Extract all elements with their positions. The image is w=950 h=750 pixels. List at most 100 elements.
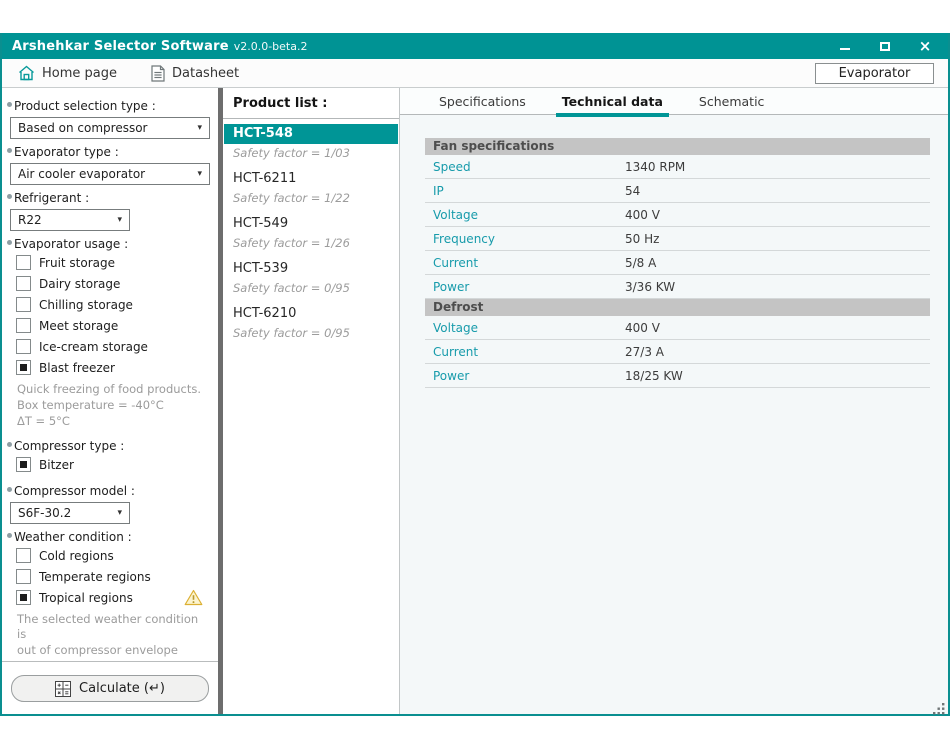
weather-condition-options: Cold regions Temperate regions Tropical re… <box>7 548 211 611</box>
product-safety-factor: Safety factor = 0/95 <box>223 324 399 346</box>
datasheet-icon <box>151 65 165 82</box>
checkbox-label: Bitzer <box>39 458 74 472</box>
blast-freezer-note-line: Box temperature = -40°C <box>17 398 211 413</box>
checkbox[interactable] <box>16 569 31 584</box>
checkbox-option-chilling-storage[interactable]: Chilling storage <box>16 297 211 312</box>
app-version: v2.0.0-beta.2 <box>234 40 308 53</box>
home-page-label: Home page <box>42 66 117 81</box>
checkbox-option-ice-cream-storage[interactable]: Ice-cream storage <box>16 339 211 354</box>
table-row-fan-specifications-current: Current5/8 A <box>425 251 930 275</box>
compressor-type-label: Compressor type : <box>7 439 211 453</box>
app-title: Arshehkar Selector Software <box>12 39 229 54</box>
row-label: Speed <box>425 160 625 174</box>
row-value: 400 V <box>625 208 660 222</box>
home-page-button[interactable]: Home page <box>10 62 125 84</box>
product-name[interactable]: HCT-6211 <box>223 169 399 189</box>
product-name[interactable]: HCT-548 <box>224 124 398 144</box>
checkbox[interactable] <box>16 339 31 354</box>
table-row-defrost-power: Power18/25 KW <box>425 364 930 388</box>
product-selection-type-dropdown[interactable]: Based on compressor ▾ <box>10 117 210 139</box>
maximize-button[interactable] <box>876 38 894 54</box>
product-list-item-hct-6211[interactable]: HCT-6211Safety factor = 1/22 <box>223 169 399 211</box>
row-label: Voltage <box>425 321 625 335</box>
product-list-item-hct-6210[interactable]: HCT-6210Safety factor = 0/95 <box>223 304 399 346</box>
product-list-panel: Product list : HCT-548Safety factor = 1/… <box>223 88 400 714</box>
checkbox[interactable] <box>16 297 31 312</box>
checkbox-option-fruit-storage[interactable]: Fruit storage <box>16 255 211 270</box>
tab-technical-data[interactable]: Technical data <box>559 89 666 114</box>
checkbox-option-tropical-regions[interactable]: Tropical regions <box>16 590 211 605</box>
minimize-button[interactable] <box>836 38 854 54</box>
close-button[interactable]: × <box>916 38 934 54</box>
row-label: Current <box>425 345 625 359</box>
product-list-item-hct-539[interactable]: HCT-539Safety factor = 0/95 <box>223 259 399 301</box>
resize-grip[interactable] <box>933 700 945 712</box>
table-row-fan-specifications-frequency: Frequency50 Hz <box>425 227 930 251</box>
checkbox[interactable] <box>16 255 31 270</box>
product-list: HCT-548Safety factor = 1/03HCT-6211Safet… <box>223 119 399 349</box>
chevron-down-icon: ▾ <box>197 123 202 133</box>
product-selection-type-label: Product selection type : <box>7 99 211 113</box>
checkbox-option-cold-regions[interactable]: Cold regions <box>16 548 211 563</box>
product-list-item-hct-548[interactable]: HCT-548Safety factor = 1/03 <box>223 124 399 166</box>
section-header-fan-specifications: Fan specifications <box>425 138 930 155</box>
checkbox-label: Tropical regions <box>39 591 133 605</box>
table-row-fan-specifications-speed: Speed1340 RPM <box>425 155 930 179</box>
refrigerant-dropdown[interactable]: R22 ▾ <box>10 209 130 231</box>
calculate-button[interactable]: Calculate (↵) <box>11 675 209 702</box>
compressor-model-value: S6F-30.2 <box>18 506 71 520</box>
checkbox-label: Temperate regions <box>39 570 151 584</box>
evaporator-type-value: Air cooler evaporator <box>18 167 145 181</box>
product-list-header: Product list : <box>223 88 399 119</box>
row-value: 3/36 KW <box>625 280 675 294</box>
checkbox-label: Ice-cream storage <box>39 340 148 354</box>
checkbox-label: Blast freezer <box>39 361 115 375</box>
detail-panel: Specifications Technical data Schematic Fa… <box>400 88 948 714</box>
product-name[interactable]: HCT-539 <box>223 259 399 279</box>
refrigerant-label: Refrigerant : <box>7 191 211 205</box>
checkbox[interactable] <box>16 590 31 605</box>
tab-schematic[interactable]: Schematic <box>696 89 768 114</box>
row-value: 54 <box>625 184 640 198</box>
section-header-defrost: Defrost <box>425 299 930 316</box>
checkbox[interactable] <box>16 318 31 333</box>
datasheet-button[interactable]: Datasheet <box>143 62 247 85</box>
checkbox-option-bitzer[interactable]: Bitzer <box>16 457 211 472</box>
row-label: Power <box>425 280 625 294</box>
product-safety-factor: Safety factor = 1/03 <box>223 144 399 166</box>
checkbox[interactable] <box>16 276 31 291</box>
datasheet-label: Datasheet <box>172 66 239 81</box>
weather-warning-note-line: out of compressor envelope <box>17 643 211 658</box>
tab-specifications[interactable]: Specifications <box>436 89 529 114</box>
row-value: 18/25 KW <box>625 369 683 383</box>
checkbox[interactable] <box>16 548 31 563</box>
table-row-fan-specifications-power: Power3/36 KW <box>425 275 930 299</box>
evaporator-type-dropdown[interactable]: Air cooler evaporator ▾ <box>10 163 210 185</box>
table-row-fan-specifications-voltage: Voltage400 V <box>425 203 930 227</box>
checkbox-label: Cold regions <box>39 549 114 563</box>
compressor-model-dropdown[interactable]: S6F-30.2 ▾ <box>10 502 130 524</box>
product-list-item-hct-549[interactable]: HCT-549Safety factor = 1/26 <box>223 214 399 256</box>
table-row-defrost-current: Current27/3 A <box>425 340 930 364</box>
home-icon <box>18 65 35 81</box>
calculate-button-label: Calculate (↵) <box>79 681 165 696</box>
detail-tabbar: Specifications Technical data Schematic <box>400 88 948 115</box>
checkbox-option-blast-freezer[interactable]: Blast freezer <box>16 360 211 375</box>
table-row-fan-specifications-ip: IP54 <box>425 179 930 203</box>
evaporator-type-label: Evaporator type : <box>7 145 211 159</box>
checkbox[interactable] <box>16 360 31 375</box>
checkbox-label: Chilling storage <box>39 298 133 312</box>
row-value: 1340 RPM <box>625 160 685 174</box>
row-value: 5/8 A <box>625 256 656 270</box>
checkbox-option-temperate-regions[interactable]: Temperate regions <box>16 569 211 584</box>
evaporator-usage-label: Evaporator usage : <box>7 237 211 251</box>
evaporator-button[interactable]: Evaporator <box>815 63 934 84</box>
product-name[interactable]: HCT-549 <box>223 214 399 234</box>
product-safety-factor: Safety factor = 1/26 <box>223 234 399 256</box>
checkbox[interactable] <box>16 457 31 472</box>
checkbox-option-meet-storage[interactable]: Meet storage <box>16 318 211 333</box>
weather-condition-label: Weather condition : <box>7 530 211 544</box>
product-name[interactable]: HCT-6210 <box>223 304 399 324</box>
checkbox-option-dairy-storage[interactable]: Dairy storage <box>16 276 211 291</box>
app-window: Arshehkar Selector Software v2.0.0-beta.… <box>0 33 950 716</box>
